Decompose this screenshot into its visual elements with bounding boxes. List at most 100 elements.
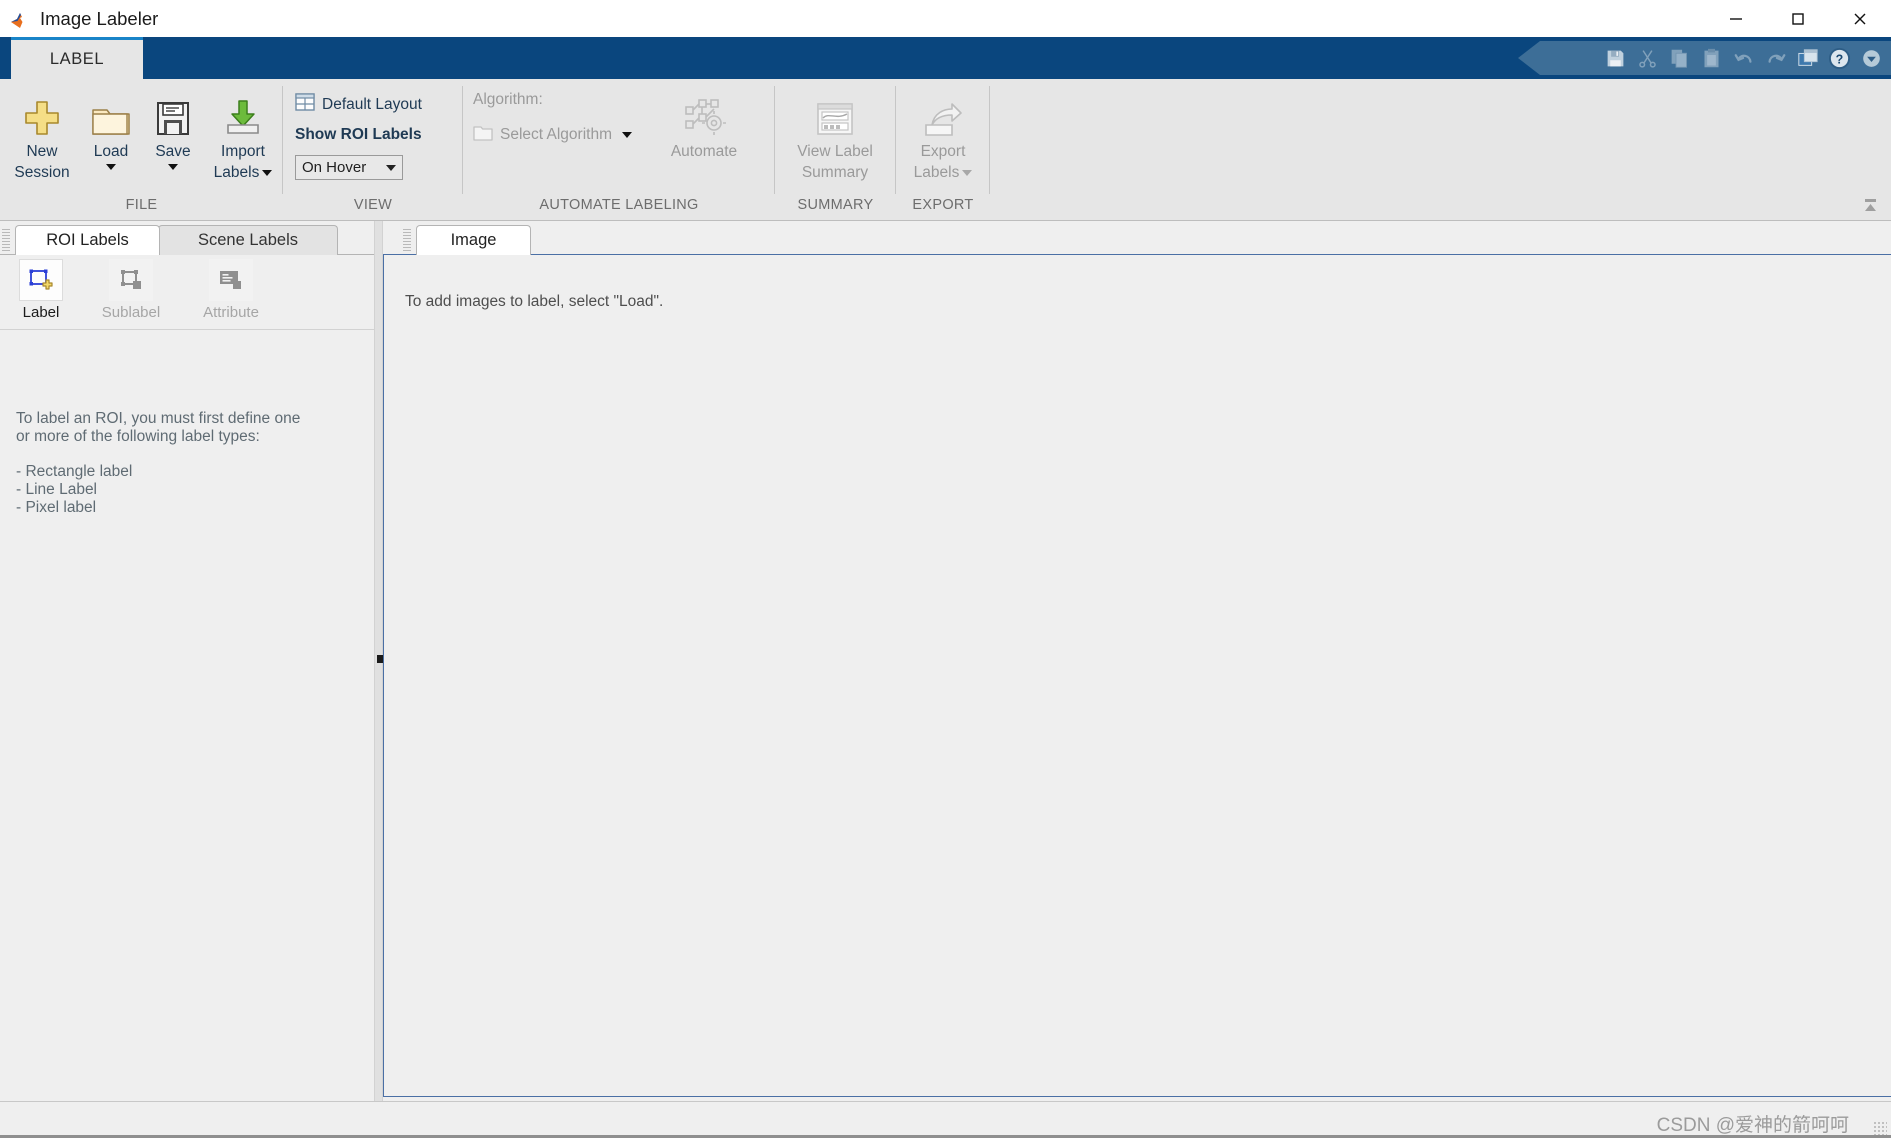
ribbon-group-view: Default Layout Show ROI Labels On Hover … xyxy=(283,79,463,221)
empty-state-message: To add images to label, select "Load". xyxy=(405,293,664,310)
ribbon-group-export: Export Labels EXPORT xyxy=(896,79,990,221)
export-labels-icon xyxy=(922,87,964,139)
paste-icon[interactable] xyxy=(1698,45,1725,72)
import-labels-label-1: Import xyxy=(221,143,265,160)
tab-roi-labels[interactable]: ROI Labels xyxy=(15,225,160,255)
new-session-label-1: New xyxy=(26,143,58,160)
close-button[interactable] xyxy=(1829,0,1891,37)
roi-help-item-2: - Pixel label xyxy=(16,499,97,516)
automate-button[interactable]: Automate xyxy=(656,87,752,160)
left-panel-tab-bar: ROI Labels Scene Labels xyxy=(0,225,376,255)
select-algorithm-caret-icon[interactable] xyxy=(622,132,632,138)
redo-icon[interactable] xyxy=(1762,45,1789,72)
load-caret-icon[interactable] xyxy=(106,164,116,170)
ribbon-content: New Session Load Save Import Labels FILE… xyxy=(0,79,1891,221)
collapse-ribbon-icon[interactable] xyxy=(1859,196,1881,216)
roi-labels-panel: ROI Labels Scene Labels Label Sublabel A… xyxy=(0,221,376,1101)
roi-help-text: To label an ROI, you must first define o… xyxy=(16,410,346,517)
import-labels-button[interactable]: Import Labels xyxy=(204,87,282,181)
window-controls xyxy=(1705,0,1891,37)
document-canvas[interactable]: To add images to label, select "Load". xyxy=(383,254,1891,1097)
maximize-button[interactable] xyxy=(1767,0,1829,37)
export-labels-button[interactable]: Export Labels xyxy=(900,87,986,181)
left-panel-grip-icon[interactable] xyxy=(2,229,10,251)
new-session-icon xyxy=(21,87,63,139)
import-labels-label-2-text: Labels xyxy=(213,164,260,181)
matlab-logo-icon xyxy=(9,8,31,30)
undo-icon[interactable] xyxy=(1730,45,1757,72)
ribbon-group-automate-labeling: Algorithm: Select Algorithm Automate AUT… xyxy=(463,79,775,221)
layout-icon[interactable] xyxy=(1794,45,1821,72)
svg-text:?: ? xyxy=(1836,52,1844,66)
copy-icon[interactable] xyxy=(1666,45,1693,72)
add-attribute-button[interactable]: Attribute xyxy=(192,259,270,321)
roi-help-item-0: - Rectangle label xyxy=(16,463,133,480)
minimize-button[interactable] xyxy=(1705,0,1767,37)
load-label: Load xyxy=(93,143,129,160)
tab-scene-labels-label: Scene Labels xyxy=(198,231,298,249)
tab-image[interactable]: Image xyxy=(416,225,531,255)
quick-access-notch xyxy=(1518,41,1540,75)
resize-grip-icon[interactable] xyxy=(1873,1121,1887,1135)
ribbon-group-title-file: FILE xyxy=(125,197,158,213)
ribbon-group-title-summary: SUMMARY xyxy=(797,197,874,213)
default-layout-button[interactable]: Default Layout xyxy=(295,93,422,116)
add-sublabel-icon xyxy=(109,259,153,301)
view-label-summary-label-2: Summary xyxy=(801,164,869,181)
watermark-text: CSDN @爱神的箭呵呵 xyxy=(1656,1115,1849,1136)
roi-help-line-2: or more of the following label types: xyxy=(16,428,260,445)
show-roi-labels-label: Show ROI Labels xyxy=(295,126,422,144)
export-labels-caret-icon[interactable] xyxy=(962,169,973,176)
save-floppy-icon xyxy=(153,87,193,139)
show-roi-labels-dropdown[interactable]: On Hover xyxy=(295,155,403,180)
default-layout-label: Default Layout xyxy=(322,95,422,113)
chevron-down-icon xyxy=(386,164,396,171)
view-label-summary-icon xyxy=(815,87,855,139)
import-labels-caret-icon[interactable] xyxy=(262,169,273,176)
label-definition-toolbar: Label Sublabel Attribute xyxy=(0,255,375,330)
cut-icon[interactable] xyxy=(1634,45,1661,72)
add-attribute-label: Attribute xyxy=(203,304,259,321)
add-label-icon xyxy=(19,259,63,301)
ribbon-group-title-view: VIEW xyxy=(353,197,393,213)
add-sublabel-button[interactable]: Sublabel xyxy=(92,259,170,321)
ribbon: LABEL ? New Session Load Save Import Lab… xyxy=(0,37,1891,221)
quick-access-toolbar: ? xyxy=(1602,41,1885,75)
save-label: Save xyxy=(155,143,191,160)
add-label-label: Label xyxy=(22,304,60,321)
tab-label[interactable]: LABEL xyxy=(11,37,143,79)
export-labels-label-1: Export xyxy=(920,143,966,160)
status-bar: CSDN @爱神的箭呵呵 xyxy=(0,1101,1891,1138)
automate-label: Automate xyxy=(670,143,738,160)
select-algorithm-button[interactable]: Select Algorithm xyxy=(473,124,632,146)
default-layout-icon xyxy=(295,93,315,116)
show-roi-labels-text: Show ROI Labels xyxy=(295,126,422,143)
add-label-button[interactable]: Label xyxy=(2,259,80,321)
tab-scene-labels[interactable]: Scene Labels xyxy=(158,225,338,255)
roi-help-line-1: To label an ROI, you must first define o… xyxy=(16,410,301,427)
automate-icon xyxy=(680,87,728,139)
document-panel-grip-icon[interactable] xyxy=(403,229,411,251)
new-session-button[interactable]: New Session xyxy=(6,87,78,181)
save-icon[interactable] xyxy=(1602,45,1629,72)
quick-access-dropdown-icon[interactable] xyxy=(1858,45,1885,72)
save-caret-icon[interactable] xyxy=(168,164,178,170)
window-title: Image Labeler xyxy=(40,7,159,29)
algorithm-folder-icon xyxy=(473,124,493,146)
help-icon[interactable]: ? xyxy=(1826,45,1853,72)
import-labels-icon xyxy=(222,87,264,139)
tab-image-label: Image xyxy=(450,231,497,249)
algorithm-label: Algorithm: xyxy=(473,91,543,109)
new-session-label-2: Session xyxy=(14,164,70,181)
group-separator xyxy=(989,86,990,194)
roi-help-spacer xyxy=(16,446,346,463)
export-labels-label-2-text: Labels xyxy=(913,164,960,181)
ribbon-group-title-export: EXPORT xyxy=(912,197,974,213)
select-algorithm-label: Select Algorithm xyxy=(500,126,612,143)
image-document-panel: Image To add images to label, select "Lo… xyxy=(383,221,1891,1101)
ribbon-group-summary: View Label Summary SUMMARY xyxy=(775,79,896,221)
save-button[interactable]: Save xyxy=(144,87,202,170)
load-button[interactable]: Load xyxy=(80,87,142,170)
view-label-summary-button[interactable]: View Label Summary xyxy=(781,87,889,181)
panel-splitter[interactable] xyxy=(374,221,383,1101)
